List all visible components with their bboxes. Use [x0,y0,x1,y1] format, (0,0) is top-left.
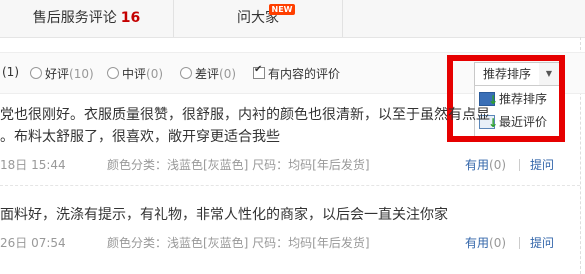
separator [519,159,520,171]
filter-bad-label: 差评 [195,67,220,81]
radio-good[interactable] [30,67,42,79]
filter-with-content[interactable]: 有内容的评价 [253,64,341,82]
radio-bad[interactable] [180,67,192,79]
separator [519,237,520,249]
tab-after-sales-reviews[interactable]: 售后服务评论 16 [0,0,174,37]
review-1-useful-link[interactable]: 有用(0) [465,156,506,173]
filter-with-content-label: 有内容的评价 [268,67,341,81]
review-2-ask-link[interactable]: 提问 [530,234,554,251]
review-2-attrs: 颜色分类：浅蓝色[灰蓝色] 尺码：均码[年后发货] [107,236,370,250]
partial-count: (1) [2,65,19,79]
tab-ask-everyone[interactable]: 问大家 [174,0,343,37]
review-2-useful-count: (0) [489,236,507,250]
review-2-useful-link[interactable]: 有用(0) [465,234,506,251]
highlight-box [447,55,565,142]
review-2-date: 26日 07:54 [0,236,66,250]
tab-after-sales-count: 16 [120,10,141,26]
review-2-useful-label: 有用 [465,236,490,250]
review-1-useful-label: 有用 [465,158,490,172]
filter-good-label: 好评 [45,67,70,81]
filter-medium-label: 中评 [122,67,147,81]
review-1-line-2: 。布料太舒服了，很喜欢，敞开穿更适合我些 [0,129,280,145]
filter-good-count: (10) [69,67,94,81]
review-1-ask-link[interactable]: 提问 [530,156,554,173]
filter-bad-count: (0) [219,67,237,81]
review-1-attrs: 颜色分类：浅蓝色[灰蓝色] 尺码：均码[年后发货] [107,158,370,172]
review-2-line-1: 面料好，洗涤有提示，有礼物，非常人性化的商家，以后会一直关注你家 [0,207,448,223]
filter-good[interactable]: 好评(10) [30,65,94,82]
tab-after-sales-label: 售后服务评论 [32,10,117,26]
review-divider [0,185,580,186]
filter-medium[interactable]: 中评(0) [107,65,163,82]
radio-medium[interactable] [107,67,119,79]
review-1-useful-count: (0) [489,158,507,172]
checkbox-with-content[interactable] [253,64,265,79]
review-tabs: 售后服务评论 16 问大家 NEW [0,0,585,38]
filter-bad[interactable]: 差评(0) [180,65,236,82]
new-badge: NEW [269,4,295,15]
filter-medium-count: (0) [146,67,164,81]
review-1-date: 18日 15:44 [0,158,66,172]
review-1-line-1: 党也很刚好。衣服质量很赞，很舒服，内衬的颜色也很清新，以至于虽然有点显 [0,107,490,123]
